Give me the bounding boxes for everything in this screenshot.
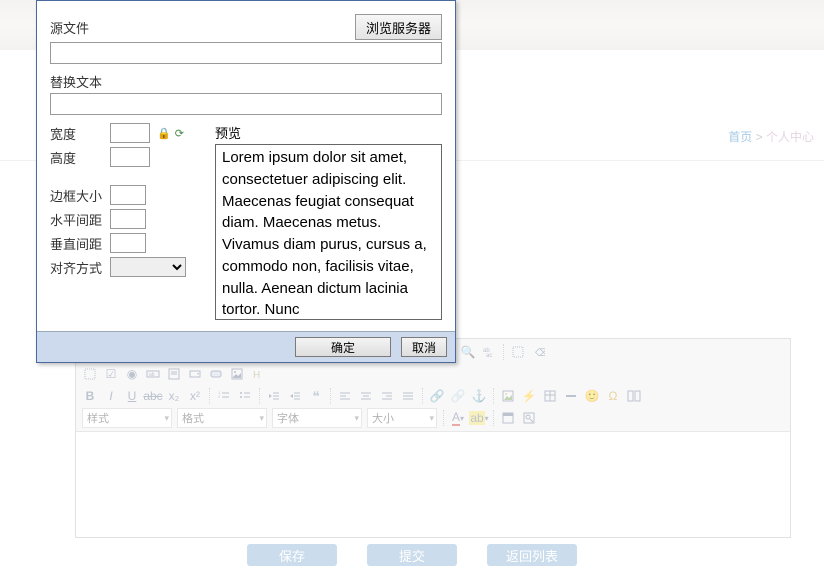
lock-icon[interactable]: 🔒 — [157, 127, 171, 140]
alt-input[interactable] — [50, 93, 442, 115]
source-input[interactable] — [50, 42, 442, 64]
browse-server-button[interactable]: 浏览服务器 — [355, 14, 442, 40]
cancel-button[interactable]: 取消 — [401, 337, 447, 357]
dialog-footer: 确定 取消 — [37, 331, 455, 362]
vspace-label: 垂直间距 — [50, 234, 106, 253]
height-label: 高度 — [50, 148, 106, 167]
vspace-input[interactable] — [110, 233, 146, 253]
alt-label: 替换文本 — [50, 72, 442, 91]
image-properties-dialog: 源文件 浏览服务器 替换文本 宽度 🔒 ⟳ 高度 — [36, 0, 456, 363]
align-select[interactable] — [110, 257, 186, 277]
height-input[interactable] — [110, 147, 150, 167]
preview-label: 预览 — [215, 123, 442, 142]
width-input[interactable] — [110, 123, 150, 143]
width-label: 宽度 — [50, 124, 106, 143]
border-input[interactable] — [110, 185, 146, 205]
hspace-input[interactable] — [110, 209, 146, 229]
align-label: 对齐方式 — [50, 258, 106, 277]
source-label: 源文件 — [50, 18, 89, 37]
ok-button[interactable]: 确定 — [295, 337, 391, 357]
border-label: 边框大小 — [50, 186, 106, 205]
reset-icon[interactable]: ⟳ — [175, 127, 184, 140]
hspace-label: 水平间距 — [50, 210, 106, 229]
preview-box[interactable]: Lorem ipsum dolor sit amet, consectetuer… — [215, 144, 442, 320]
